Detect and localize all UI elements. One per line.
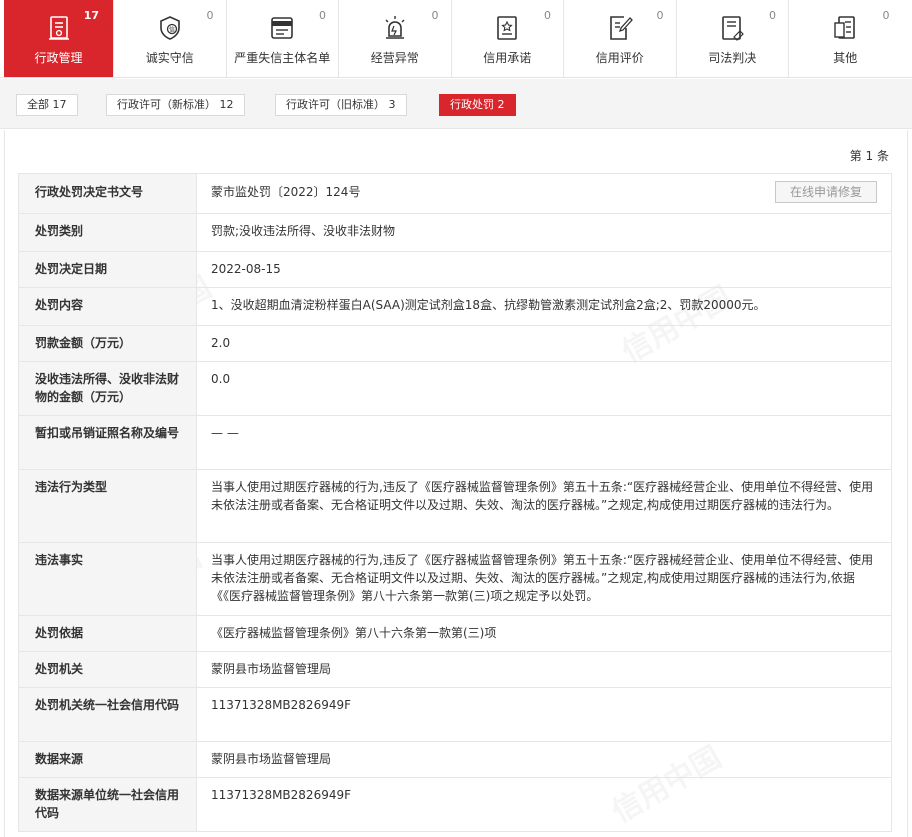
field-value: 0.0	[196, 361, 892, 416]
penalty-detail-table: 行政处罚决定书文号 蒙市监处罚〔2022〕124号 在线申请修复 处罚类别 罚款…	[18, 173, 892, 832]
field-value: 2.0	[196, 325, 892, 362]
tab-serious-dishonesty-list[interactable]: 0 严重失信主体名单	[227, 0, 339, 77]
field-key: 违法行为类型	[18, 469, 197, 543]
filter-license-new[interactable]: 行政许可（新标准） 12	[106, 94, 245, 116]
field-value: 当事人使用过期医疗器械的行为,违反了《医疗器械监督管理条例》第五十五条:“医疗器…	[196, 469, 892, 543]
table-row: 数据来源单位统一社会信用代码 11371328MB2826949F	[18, 777, 892, 832]
judgement-icon	[718, 14, 746, 42]
field-key: 处罚内容	[18, 287, 197, 326]
record-index: 第 1 条	[849, 149, 889, 163]
tab-count: 0	[656, 9, 664, 22]
field-value: 1、没收超期血清淀粉样蛋白A(SAA)测定试剂盒18盒、抗缪勒管激素测定试剂盒2…	[196, 287, 892, 326]
field-value: 《医疗器械监督管理条例》第八十六条第一款第(三)项	[196, 615, 892, 652]
field-value: 当事人使用过期医疗器械的行为,违反了《医疗器械监督管理条例》第五十五条:“医疗器…	[196, 542, 892, 616]
penalty-detail-panel: 信用中国 信用中国 信用中国 信用中国 第 1 条 行政处罚决定书文号 蒙市监处…	[4, 130, 908, 837]
admin-doc-icon	[45, 14, 73, 42]
table-row: 暂扣或吊销证照名称及编号 — —	[18, 415, 892, 470]
tab-count: 0	[431, 9, 439, 22]
tab-label: 信用承诺	[483, 51, 532, 65]
tab-count: 0	[769, 9, 776, 22]
field-key: 处罚机关统一社会信用代码	[18, 687, 197, 742]
promise-doc-icon	[493, 14, 521, 42]
tab-label: 其他	[833, 51, 858, 65]
tab-credit-evaluation[interactable]: 0 信用评价	[564, 0, 677, 77]
field-value: — —	[196, 415, 892, 470]
tab-count: 0	[206, 9, 214, 22]
tab-credit-promise[interactable]: 0 信用承诺	[452, 0, 564, 77]
field-key: 罚款金额（万元）	[18, 325, 197, 362]
table-row: 行政处罚决定书文号 蒙市监处罚〔2022〕124号 在线申请修复	[18, 173, 892, 214]
tab-count: 0	[319, 9, 326, 22]
table-row: 处罚机关 蒙阴县市场监督管理局	[18, 651, 892, 688]
table-row: 处罚决定日期 2022-08-15	[18, 251, 892, 288]
field-value: 蒙阴县市场监督管理局	[196, 741, 892, 778]
field-value: 11371328MB2826949F	[196, 687, 892, 742]
filter-bar: 全部 17 行政许可（新标准） 12 行政许可（旧标准） 3 行政处罚 2	[0, 79, 912, 129]
field-value: 11371328MB2826949F	[196, 777, 892, 832]
field-value-cell: 蒙市监处罚〔2022〕124号 在线申请修复	[196, 173, 892, 214]
filter-license-old[interactable]: 行政许可（旧标准） 3	[275, 94, 407, 116]
tab-label: 信用评价	[595, 51, 644, 65]
tab-other[interactable]: 0 其他	[789, 0, 902, 77]
table-row: 没收违法所得、没收非法财物的金额（万元） 0.0	[18, 361, 892, 416]
tab-label: 诚实守信	[145, 51, 194, 65]
field-key: 处罚依据	[18, 615, 197, 652]
field-key: 处罚类别	[18, 213, 197, 252]
tab-admin-management[interactable]: 17 行政管理	[4, 0, 114, 77]
tab-label: 行政管理	[34, 51, 83, 65]
table-row: 违法行为类型 当事人使用过期医疗器械的行为,违反了《医疗器械监督管理条例》第五十…	[18, 469, 892, 543]
field-key: 数据来源	[18, 741, 197, 778]
field-key: 违法事实	[18, 542, 197, 616]
category-tabs: 17 行政管理 0 信 诚实守信 0 严重失信主体名单 0 经营异常 0 信用承…	[0, 0, 912, 78]
table-row: 数据来源 蒙阴县市场监督管理局	[18, 741, 892, 778]
field-key: 处罚决定日期	[18, 251, 197, 288]
tab-label: 经营异常	[370, 51, 419, 65]
tab-count: 0	[544, 9, 551, 22]
table-row: 处罚机关统一社会信用代码 11371328MB2826949F	[18, 687, 892, 742]
table-row: 处罚依据 《医疗器械监督管理条例》第八十六条第一款第(三)项	[18, 615, 892, 652]
table-row: 违法事实 当事人使用过期医疗器械的行为,违反了《医疗器械监督管理条例》第五十五条…	[18, 542, 892, 616]
table-row: 处罚类别 罚款;没收违法所得、没收非法财物	[18, 213, 892, 252]
field-key: 数据来源单位统一社会信用代码	[18, 777, 197, 832]
shield-icon: 信	[156, 14, 184, 42]
field-key: 行政处罚决定书文号	[18, 173, 197, 214]
field-value: 蒙阴县市场监督管理局	[196, 651, 892, 688]
field-value: 罚款;没收违法所得、没收非法财物	[196, 213, 892, 252]
field-value: 2022-08-15	[196, 251, 892, 288]
blacklist-icon	[268, 14, 296, 42]
tab-count: 0	[882, 9, 890, 22]
filter-admin-penalty[interactable]: 行政处罚 2	[439, 94, 516, 116]
tab-label: 司法判决	[708, 51, 757, 65]
tab-honesty[interactable]: 0 信 诚实守信	[114, 0, 227, 77]
field-key: 处罚机关	[18, 651, 197, 688]
online-repair-button[interactable]: 在线申请修复	[775, 181, 877, 203]
tab-count: 17	[83, 9, 99, 22]
tab-judicial-judgement[interactable]: 0 司法判决	[677, 0, 789, 77]
filter-all[interactable]: 全部 17	[16, 94, 78, 116]
alarm-light-icon	[381, 14, 409, 42]
tab-business-abnormal[interactable]: 0 经营异常	[339, 0, 452, 77]
evaluation-icon	[606, 14, 634, 42]
table-row: 罚款金额（万元） 2.0	[18, 325, 892, 362]
field-key: 暂扣或吊销证照名称及编号	[18, 415, 197, 470]
tab-label: 严重失信主体名单	[234, 51, 331, 65]
svg-text:信: 信	[169, 26, 175, 34]
other-doc-icon	[831, 14, 859, 42]
field-key: 没收违法所得、没收非法财物的金额（万元）	[18, 361, 197, 416]
table-row: 处罚内容 1、没收超期血清淀粉样蛋白A(SAA)测定试剂盒18盒、抗缪勒管激素测…	[18, 287, 892, 326]
field-value: 蒙市监处罚〔2022〕124号	[211, 185, 361, 199]
